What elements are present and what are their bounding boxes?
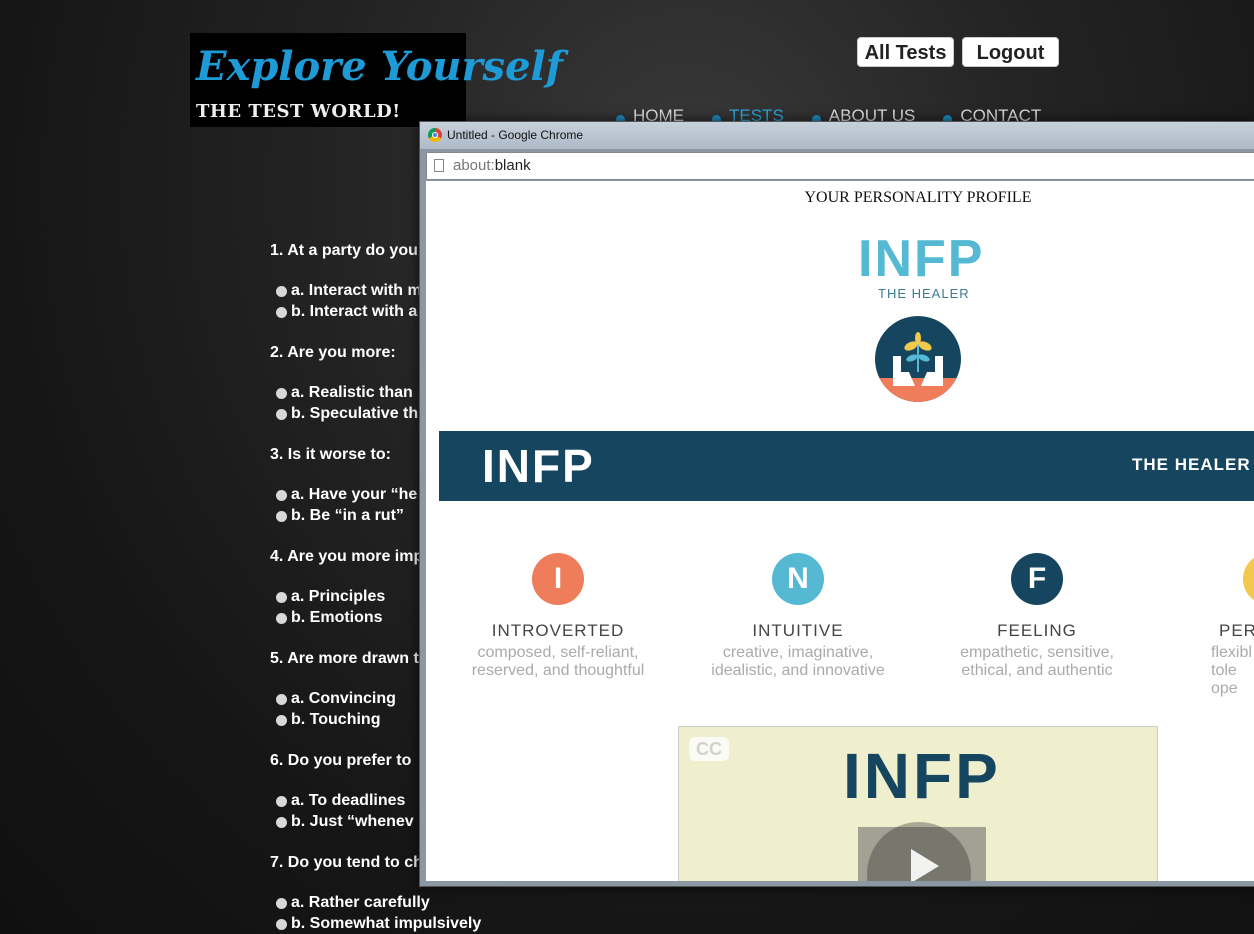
url-text[interactable]: about:blank [453,157,531,174]
trait-introverted: I INTROVERTED composed, self-reliant, re… [458,553,658,680]
window-titlebar[interactable]: Untitled - Google Chrome [420,122,1254,149]
trait-description: flexibl tole ope [1211,644,1252,697]
play-icon[interactable] [911,849,939,881]
trait-description: composed, self-reliant, reserved, and th… [471,644,645,679]
option-label: b. Emotions [291,609,383,626]
radio-button[interactable] [276,306,287,318]
option-5a[interactable]: a. Convincing [276,690,396,708]
question-2: 2. Are you more: [270,344,396,361]
option-6a[interactable]: a. To deadlines [276,792,405,810]
option-label: a. Realistic than [291,384,413,401]
radio-button[interactable] [276,510,287,522]
radio-button[interactable] [276,918,287,930]
option-6b[interactable]: b. Just “whenev [276,813,414,831]
trait-letter-circle: F [1011,553,1063,605]
radio-button[interactable] [276,714,287,726]
trait-description: empathetic, sensitive, ethical, and auth… [960,644,1114,679]
trait-letter-circle: N [772,553,824,605]
option-5b[interactable]: b. Touching [276,711,380,729]
chrome-icon [428,128,442,142]
url-path: blank [494,157,531,174]
page-icon [434,159,444,172]
address-bar[interactable]: about:blank [426,152,1254,180]
option-1a[interactable]: a. Interact with m [276,282,422,300]
banner-type-name: THE HEALER [1132,455,1251,474]
logout-button[interactable]: Logout [962,37,1059,67]
radio-button[interactable] [276,285,287,297]
trait-intuitive: N INTUITIVE creative, imaginative, ideal… [698,553,898,680]
question-1: 1. At a party do you [270,242,418,259]
video-title: INFP [843,740,1001,812]
question-5: 5. Are more drawn t [270,650,419,667]
trait-perceiving: P PER flexibl tole ope [1177,553,1254,698]
healer-hands-icon [875,316,961,402]
banner-type-code: INFP [482,440,595,492]
option-2a[interactable]: a. Realistic than [276,384,413,402]
closed-captions-icon[interactable]: CC [689,737,729,761]
radio-button[interactable] [276,387,287,399]
option-4a[interactable]: a. Principles [276,588,385,606]
trait-description: creative, imaginative, idealistic, and i… [711,644,885,679]
option-7a[interactable]: a. Rather carefully [276,894,430,912]
all-tests-button[interactable]: All Tests [857,37,954,67]
window-title: Untitled - Google Chrome [447,128,584,142]
trait-name: INTUITIVE [752,621,844,640]
option-1b[interactable]: b. Interact with a [276,303,417,321]
trait-name: INTROVERTED [491,621,625,640]
trait-letter-circle: P [1243,553,1254,605]
type-code: INFP [858,230,985,288]
page-content: YOUR PERSONALITY PROFILE INFP THE HEALER… [426,181,1254,881]
option-label: b. Be “in a rut” [291,507,404,524]
option-4b[interactable]: b. Emotions [276,609,383,627]
logo-subtitle: THE TEST WORLD! [196,101,401,122]
radio-button[interactable] [276,489,287,501]
trait-letter-circle: I [532,553,584,605]
popup-window[interactable]: Untitled - Google Chrome about:blank YOU… [419,121,1254,887]
trait-name: PER [1219,621,1254,640]
option-label: a. Convincing [291,690,396,707]
profile-heading: YOUR PERSONALITY PROFILE [804,189,1032,206]
question-4: 4. Are you more imp [270,548,424,565]
option-2b[interactable]: b. Speculative th [276,405,418,423]
trait-name: FEELING [997,621,1077,640]
radio-button[interactable] [276,591,287,603]
question-3: 3. Is it worse to: [270,446,391,463]
option-label: b. Interact with a [291,303,418,320]
type-banner: INFP THE HEALER [439,431,1254,501]
option-7b[interactable]: b. Somewhat impulsively [276,915,481,933]
logo-title: Explore Yourself [196,43,563,90]
option-label: a. Interact with m [291,282,422,299]
radio-button[interactable] [276,693,287,705]
type-name: THE HEALER [878,286,970,301]
radio-button[interactable] [276,795,287,807]
option-label: b. Somewhat impulsively [291,915,482,932]
option-label: b. Speculative th [291,405,419,422]
radio-button[interactable] [276,408,287,420]
video-player[interactable]: CC INFP [678,726,1158,881]
option-label: b. Touching [291,711,381,728]
option-label: b. Just “whenev [291,813,414,830]
trait-feeling: F FEELING empathetic, sensitive, ethical… [937,553,1137,680]
option-label: a. Rather carefully [291,894,430,911]
option-label: a. To deadlines [291,792,406,809]
radio-button[interactable] [276,612,287,624]
site-logo[interactable]: Explore Yourself THE TEST WORLD! [190,33,563,127]
radio-button[interactable] [276,897,287,909]
option-3b[interactable]: b. Be “in a rut” [276,507,404,525]
url-scheme: about: [453,157,495,174]
question-7: 7. Do you tend to ch [270,854,423,871]
question-6: 6. Do you prefer to [270,752,412,769]
option-label: a. Have your “he [291,486,418,503]
option-3a[interactable]: a. Have your “he [276,486,417,504]
option-label: a. Principles [291,588,386,605]
radio-button[interactable] [276,816,287,828]
